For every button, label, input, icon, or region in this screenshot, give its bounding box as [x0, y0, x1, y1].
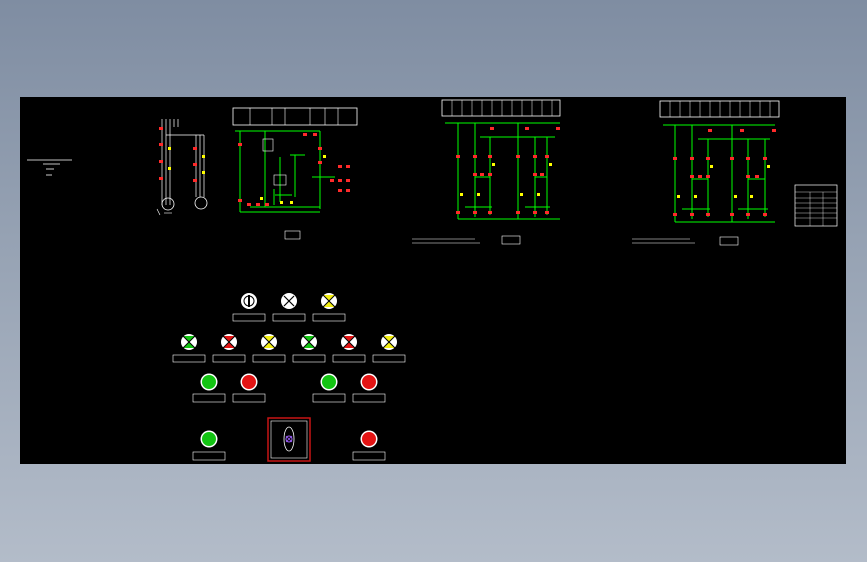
- pilot-lamp-yellow-icon[interactable]: [312, 293, 346, 322]
- control-circuit-3: [632, 100, 780, 246]
- pilot-lamp-red-icon[interactable]: [332, 334, 366, 363]
- pilot-lamp-white-icon[interactable]: [272, 293, 306, 322]
- control-circuit-1: [232, 107, 358, 240]
- emergency-stop-icon[interactable]: [267, 417, 311, 462]
- start-button-green-icon[interactable]: [192, 373, 226, 403]
- lamp-row-top: [232, 293, 346, 322]
- drawing-sheet: [27, 99, 838, 462]
- stop-button-red-icon[interactable]: [352, 430, 386, 461]
- start-button-green-icon[interactable]: [312, 373, 346, 403]
- motor-main-circuit: [27, 119, 208, 216]
- selector-switch-icon[interactable]: [232, 293, 266, 322]
- button-row-lower: [192, 373, 386, 403]
- pilot-lamp-red-icon[interactable]: [212, 334, 246, 363]
- button-row-bottom: [192, 417, 386, 462]
- parts-list-table: [794, 184, 838, 227]
- start-button-green-icon[interactable]: [192, 430, 226, 461]
- stop-button-red-icon[interactable]: [232, 373, 266, 403]
- pilot-lamp-green-icon[interactable]: [292, 334, 326, 363]
- operator-panel: [172, 293, 406, 462]
- cad-drawing-canvas[interactable]: [20, 97, 846, 464]
- control-circuit-2: [412, 99, 561, 245]
- pilot-lamp-yellow-icon[interactable]: [252, 334, 286, 363]
- lamp-row-middle: [172, 334, 406, 363]
- stop-button-red-icon[interactable]: [352, 373, 386, 403]
- pilot-lamp-yellow-icon[interactable]: [372, 334, 406, 363]
- pilot-lamp-green-icon[interactable]: [172, 334, 206, 363]
